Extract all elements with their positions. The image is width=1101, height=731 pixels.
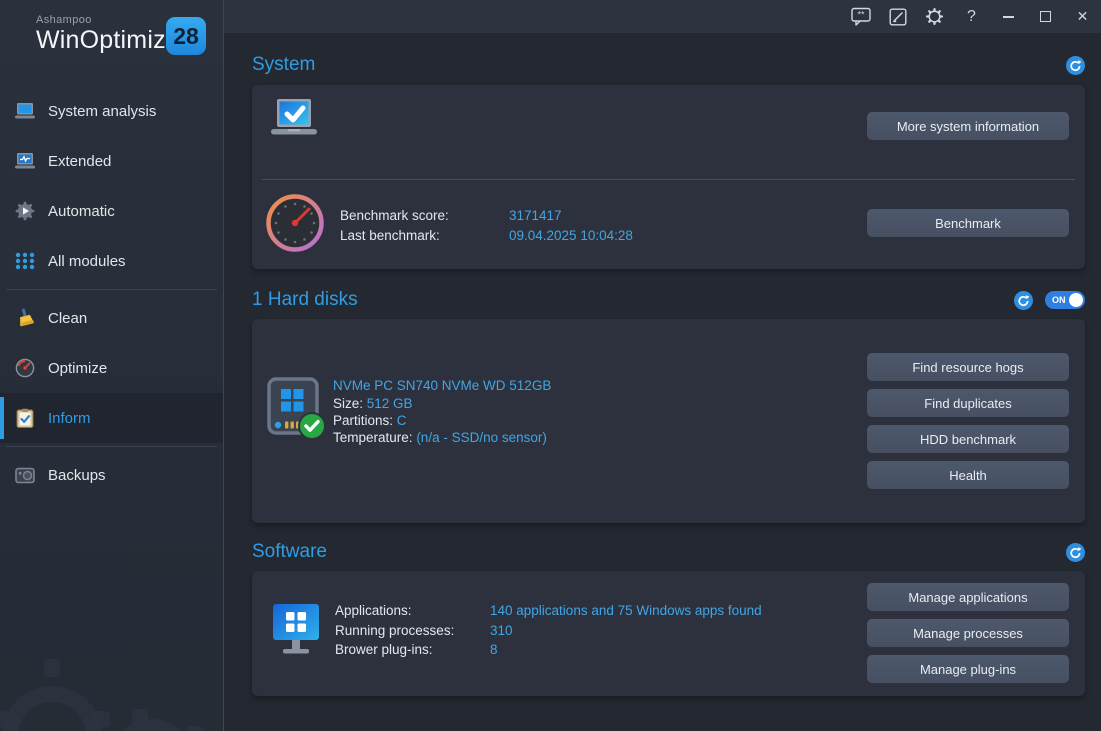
disk-partitions-label: Partitions:	[333, 413, 393, 428]
minimize-icon	[1003, 16, 1014, 18]
applications-label: Applications:	[335, 602, 490, 621]
running-processes-value: 310	[490, 622, 762, 641]
titlebar: ** ? ✕	[224, 0, 1101, 33]
sidebar-item-label: Optimize	[48, 360, 107, 377]
sidebar-item-system-analysis[interactable]: System analysis	[0, 86, 223, 136]
hard-disk-icon	[264, 374, 328, 447]
maximize-button[interactable]	[1027, 0, 1064, 33]
sidebar-divider	[6, 289, 217, 290]
software-info: Applications: 140 applications and 75 Wi…	[335, 602, 762, 660]
sidebar-item-extended[interactable]: Extended	[0, 136, 223, 186]
benchmark-button[interactable]: Benchmark	[867, 209, 1069, 237]
software-section-title: Software	[252, 541, 327, 563]
disk-partitions-value: C	[397, 413, 407, 428]
modules-grid-icon	[14, 250, 36, 272]
broom-icon	[14, 307, 36, 329]
system-section-title: System	[252, 54, 315, 76]
svg-text:**: **	[857, 10, 865, 20]
backup-icon	[14, 464, 36, 486]
hdd-benchmark-button[interactable]: HDD benchmark	[867, 425, 1069, 453]
version-badge: 28	[166, 17, 206, 55]
toggle-knob	[1069, 293, 1083, 307]
minimize-button[interactable]	[990, 0, 1027, 33]
sidebar-item-inform[interactable]: Inform	[0, 393, 223, 443]
disk-size-label: Size:	[333, 396, 363, 411]
last-benchmark-value: 09.04.2025 10:04:28	[509, 227, 633, 245]
main-area: ** ? ✕ System	[224, 0, 1101, 731]
hard-disk-info: NVMe PC SN740 NVMe WD 512GB Size: 512 GB…	[333, 377, 551, 446]
benchmark-score-value: 3171417	[509, 207, 633, 225]
hard-disks-section-title: 1 Hard disks	[252, 289, 358, 311]
sidebar-item-label: Inform	[48, 410, 91, 427]
sidebar-item-clean[interactable]: Clean	[0, 293, 223, 343]
settings-button[interactable]	[916, 0, 953, 33]
hard-disks-section-header: 1 Hard disks ON	[252, 289, 1085, 311]
browser-plugins-value: 8	[490, 641, 762, 660]
disk-partitions-row: Partitions: C	[333, 412, 551, 429]
disk-size-row: Size: 512 GB	[333, 395, 551, 412]
sidebar-item-label: All modules	[48, 253, 126, 270]
sidebar-item-label: Automatic	[48, 203, 115, 220]
laptop-graph-icon	[14, 150, 36, 172]
gears-watermark-decoration	[0, 611, 212, 731]
more-system-information-button[interactable]: More system information	[867, 112, 1069, 140]
close-button[interactable]: ✕	[1064, 0, 1101, 33]
sidebar-item-backups[interactable]: Backups	[0, 450, 223, 500]
benchmark-score-label: Benchmark score:	[340, 207, 509, 225]
sidebar-item-label: Clean	[48, 310, 87, 327]
manage-plugins-button[interactable]: Manage plug-ins	[867, 655, 1069, 683]
laptop-analysis-icon	[14, 100, 36, 122]
find-resource-hogs-button[interactable]: Find resource hogs	[867, 353, 1069, 381]
sidebar-item-label: Extended	[48, 153, 111, 170]
last-benchmark-label: Last benchmark:	[340, 227, 509, 245]
app-window: Ashampoo WinOptimizer 28 System analysis…	[0, 0, 1101, 731]
refresh-system-icon[interactable]	[1066, 56, 1085, 75]
system-card: More system information Be	[252, 85, 1085, 269]
disk-temperature-row: Temperature: (n/a - SSD/no sensor)	[333, 429, 551, 446]
sidebar-item-label: Backups	[48, 467, 106, 484]
speedometer-icon	[14, 357, 36, 379]
hard-disks-card: NVMe PC SN740 NVMe WD 512GB Size: 512 GB…	[252, 319, 1085, 523]
sidebar-nav: System analysis Extended Automatic All m…	[0, 86, 223, 500]
running-processes-label: Running processes:	[335, 622, 490, 641]
app-logo: Ashampoo WinOptimizer 28	[0, 0, 223, 62]
software-section-header: Software	[252, 541, 1085, 563]
disk-size-value: 512 GB	[367, 396, 413, 411]
find-duplicates-button[interactable]: Find duplicates	[867, 389, 1069, 417]
clipboard-check-icon	[14, 407, 36, 429]
benchmark-info: Benchmark score: 3171417 Last benchmark:…	[340, 207, 633, 245]
disk-temperature-label: Temperature:	[333, 430, 413, 445]
feedback-button[interactable]: **	[842, 0, 879, 33]
benchmark-gauge-icon	[265, 193, 325, 258]
refresh-hard-disks-icon[interactable]	[1014, 291, 1033, 310]
disk-name: NVMe PC SN740 NVMe WD 512GB	[333, 377, 551, 394]
hard-disk-buttons: Find resource hogs Find duplicates HDD b…	[867, 353, 1069, 489]
notes-button[interactable]	[879, 0, 916, 33]
software-buttons: Manage applications Manage processes Man…	[867, 583, 1069, 683]
browser-plugins-label: Brower plug-ins:	[335, 641, 490, 660]
software-card: Applications: 140 applications and 75 Wi…	[252, 571, 1085, 696]
laptop-check-icon	[269, 98, 319, 147]
content: System More system information	[224, 33, 1101, 731]
card-divider	[262, 179, 1075, 180]
help-button[interactable]: ?	[953, 0, 990, 33]
health-button[interactable]: Health	[867, 461, 1069, 489]
system-section-header: System	[252, 54, 1085, 76]
gear-play-icon	[14, 200, 36, 222]
sidebar-item-all-modules[interactable]: All modules	[0, 236, 223, 286]
disk-temperature-value: (n/a - SSD/no sensor)	[416, 430, 547, 445]
sidebar-item-label: System analysis	[48, 103, 156, 120]
maximize-icon	[1040, 11, 1051, 22]
sidebar-item-optimize[interactable]: Optimize	[0, 343, 223, 393]
applications-monitor-icon	[272, 600, 320, 663]
sidebar-item-automatic[interactable]: Automatic	[0, 186, 223, 236]
manage-processes-button[interactable]: Manage processes	[867, 619, 1069, 647]
sidebar: Ashampoo WinOptimizer 28 System analysis…	[0, 0, 224, 731]
sidebar-divider	[6, 446, 217, 447]
applications-value: 140 applications and 75 Windows apps fou…	[490, 602, 762, 621]
hard-disks-monitor-toggle[interactable]: ON	[1045, 291, 1085, 309]
toggle-on-label: ON	[1052, 295, 1066, 305]
manage-applications-button[interactable]: Manage applications	[867, 583, 1069, 611]
refresh-software-icon[interactable]	[1066, 543, 1085, 562]
